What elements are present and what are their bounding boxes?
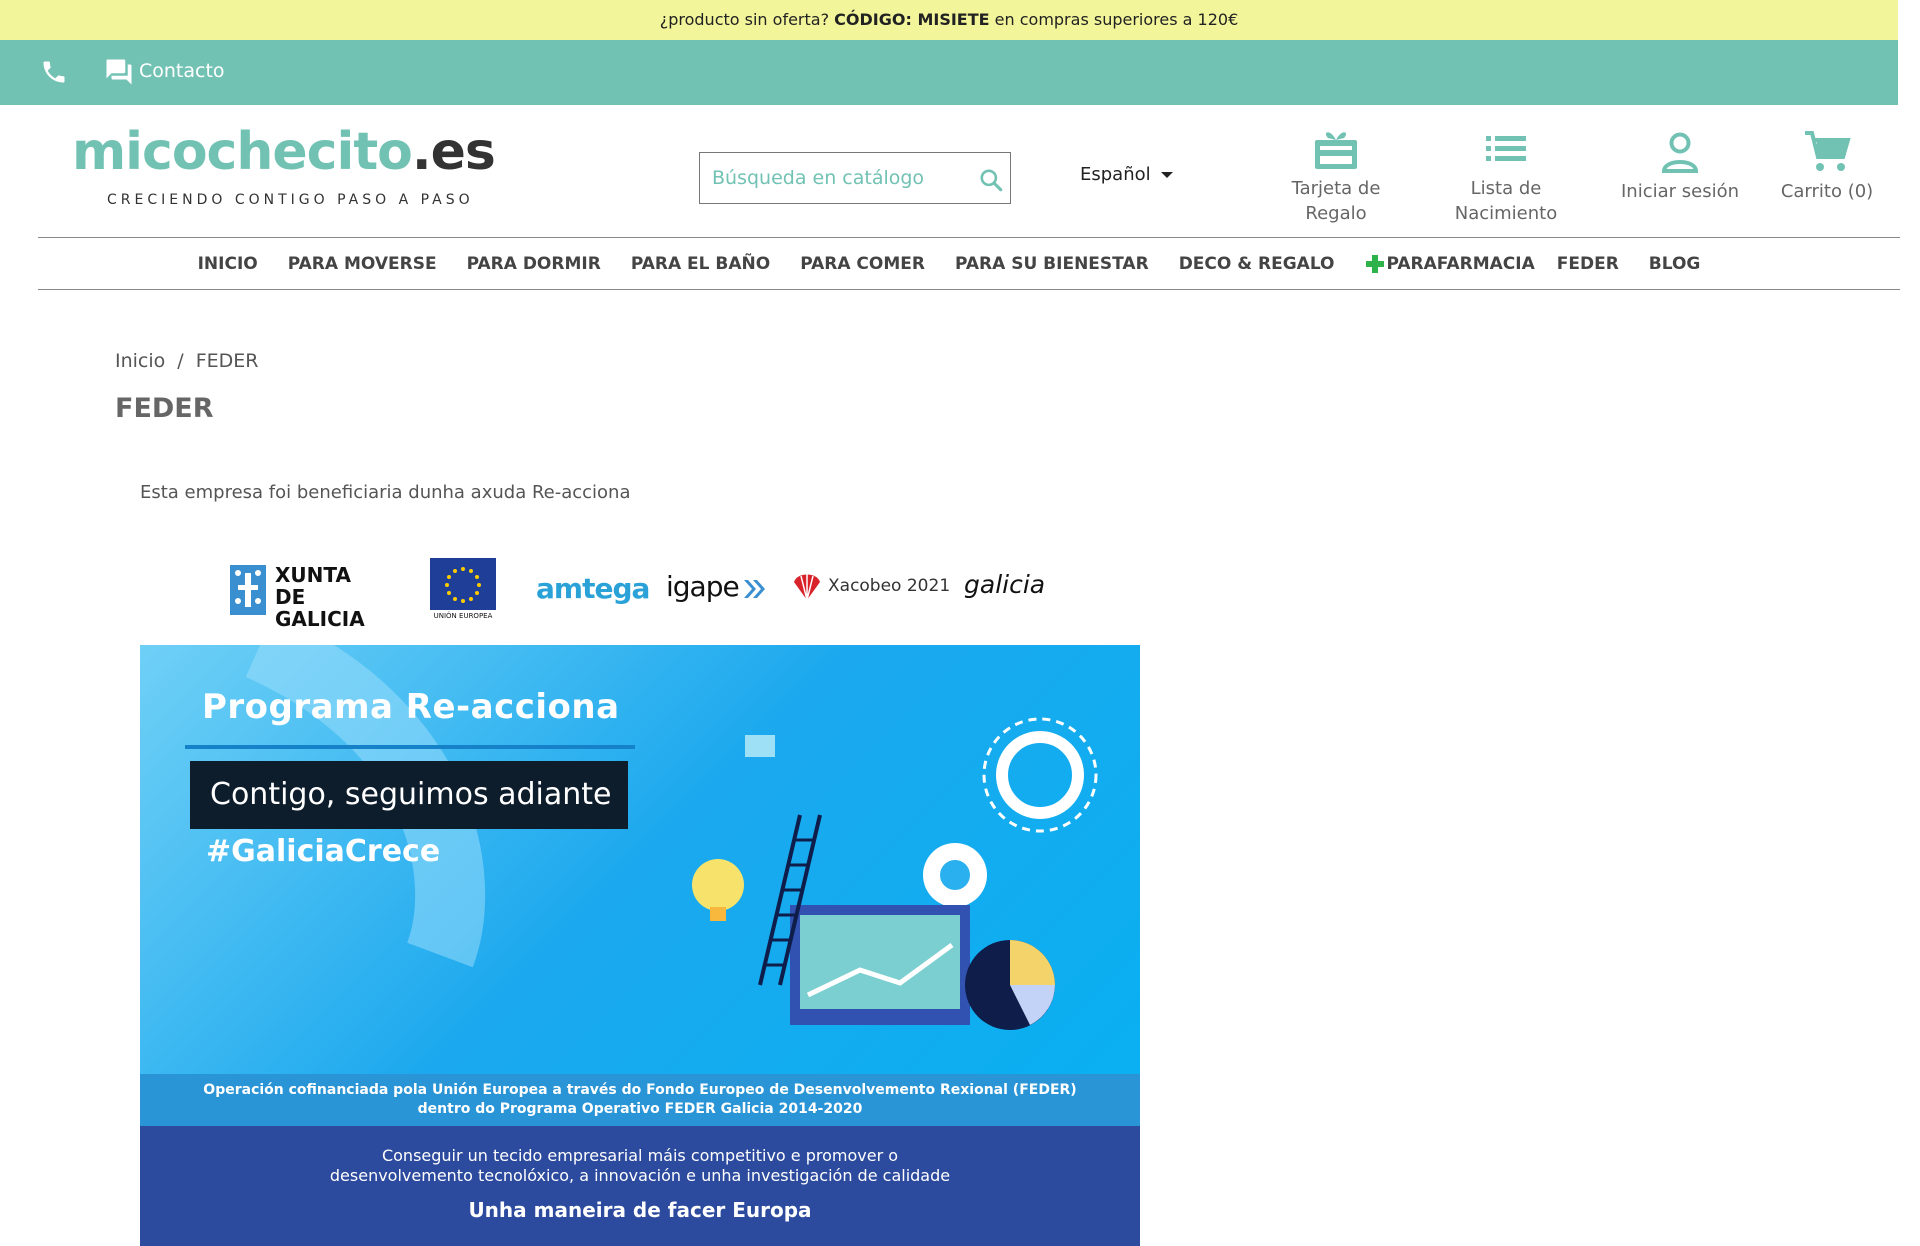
banner-title: Programa Re-acciona	[202, 687, 620, 727]
nav-parafarmacia-label: PARAFARMACIA	[1386, 253, 1535, 274]
site-logo[interactable]: micochecito.es CRECIENDO CONTIGO PASO A …	[72, 122, 496, 212]
gift-icon	[1315, 132, 1357, 169]
nav-para-moverse[interactable]: PARA MOVERSE	[288, 254, 437, 274]
contact-bar: Contacto	[0, 40, 1898, 105]
logo-tagline: CRECIENDO CONTIGO PASO A PASO	[107, 192, 474, 208]
page-title: FEDER	[115, 393, 214, 424]
birth-list-line1: Lista de	[1470, 178, 1542, 199]
banner-cofinance-strip: Operación cofinanciada pola Unión Europe…	[140, 1074, 1140, 1126]
galicia-logo: galicia	[956, 558, 1056, 622]
igape-logo: igape	[666, 558, 766, 622]
nav-inicio[interactable]: INICIO	[198, 254, 258, 274]
xunta-line2: DE GALICIA	[275, 585, 365, 631]
banner-slogan-box: Contigo, seguimos adiante	[190, 761, 628, 829]
nav-para-el-bano[interactable]: PARA EL BAÑO	[631, 254, 770, 274]
breadcrumb-home[interactable]: Inicio	[115, 350, 165, 372]
amtega-logo: amtega	[536, 558, 650, 622]
pharmacy-cross-icon	[1365, 254, 1384, 273]
xacobeo-shell-icon	[794, 574, 820, 600]
breadcrumb-separator: /	[177, 350, 184, 372]
nav-para-dormir[interactable]: PARA DORMIR	[467, 254, 601, 274]
bottom-line2: desenvolvemento tecnolóxico, a innovació…	[329, 1166, 951, 1185]
nav-parafarmacia[interactable]: PARAFARMACIA	[1365, 254, 1535, 274]
login-link[interactable]: Iniciar sesión	[1610, 129, 1750, 204]
eu-label: UNIÓN EUROPEA	[433, 612, 493, 620]
intro-text: Esta empresa foi beneficiaria dunha axud…	[140, 482, 631, 503]
breadcrumb-current: FEDER	[195, 350, 259, 372]
contact-link[interactable]: Contacto	[139, 60, 225, 82]
language-label: Español	[1080, 164, 1151, 185]
nav-feder[interactable]: FEDER	[1557, 254, 1619, 274]
banner-hashtag: #GaliciaCrece	[206, 834, 441, 869]
amtega-wordmark: amtega	[536, 572, 650, 605]
gift-card-link[interactable]: Tarjeta de Regalo	[1270, 126, 1402, 226]
nav-blog[interactable]: BLOG	[1649, 254, 1701, 274]
bottom-slogan: Unha maneira de facer Europa	[468, 1198, 812, 1222]
reacciona-banner: Programa Re-acciona Contigo, seguimos ad…	[140, 645, 1140, 1246]
divider	[38, 289, 1900, 290]
birth-list-line2: Nacimiento	[1454, 203, 1558, 224]
logo-wordmark: micochecito.es	[72, 122, 496, 182]
scrollbar[interactable]	[1898, 0, 1920, 1246]
igape-arrows-icon	[744, 580, 765, 598]
search-box	[699, 152, 1011, 204]
phone-icon[interactable]	[40, 58, 68, 86]
promo-code: CÓDIGO: MISIETE	[834, 10, 990, 29]
igape-wordmark: igape	[666, 570, 740, 603]
xunta-logo: XUNTA DE GALICIA	[230, 558, 390, 630]
user-icon	[1661, 132, 1699, 173]
sponsor-logos: XUNTA DE GALICIA UNIÓN EUROPEA amtega ig…	[228, 558, 1058, 630]
strip-line1: Operación cofinanciada pola Unión Europe…	[203, 1082, 1077, 1098]
cart-label: Carrito (0)	[1780, 181, 1874, 202]
birth-list-link[interactable]: Lista de Nacimiento	[1440, 126, 1572, 226]
nav-para-comer[interactable]: PARA COMER	[800, 254, 925, 274]
nav-para-su-bienestar[interactable]: PARA SU BIENESTAR	[955, 254, 1149, 274]
xacobeo-logo: Xacobeo 2021	[793, 558, 950, 622]
promo-suffix: en compras superiores a 120€	[994, 10, 1239, 29]
cart-link[interactable]: Carrito (0)	[1780, 129, 1874, 204]
breadcrumb: Inicio / FEDER	[115, 350, 258, 372]
main-nav: INICIO PARA MOVERSE PARA DORMIR PARA EL …	[0, 238, 1898, 289]
galicia-wordmark: galicia	[964, 570, 1046, 599]
bottom-line1: Conseguir un tecido empresarial máis com…	[381, 1146, 899, 1165]
promo-prefix: ¿producto sin oferta?	[659, 10, 830, 29]
eu-flag-icon	[430, 558, 496, 610]
login-label: Iniciar sesión	[1620, 181, 1740, 202]
search-input[interactable]	[712, 165, 962, 191]
gift-card-line1: Tarjeta de	[1291, 178, 1381, 199]
language-selector[interactable]: Español	[1080, 164, 1173, 185]
strip-line2: dentro do Programa Operativo FEDER Galic…	[417, 1101, 863, 1117]
cart-icon	[1805, 131, 1851, 171]
promo-banner: ¿producto sin oferta? CÓDIGO: MISIETE en…	[0, 0, 1898, 40]
list-icon	[1486, 136, 1526, 161]
xunta-shield-icon	[230, 565, 266, 615]
xunta-line1: XUNTA	[275, 563, 351, 587]
nav-deco-regalo[interactable]: DECO & REGALO	[1179, 254, 1335, 274]
gift-card-line2: Regalo	[1305, 203, 1367, 224]
search-icon[interactable]	[978, 167, 1004, 193]
xacobeo-wordmark: Xacobeo 2021	[828, 576, 951, 596]
eu-logo: UNIÓN EUROPEA	[430, 558, 496, 622]
banner-bottom: Conseguir un tecido empresarial máis com…	[140, 1126, 1140, 1246]
chevron-down-icon	[1160, 172, 1173, 178]
chat-icon[interactable]	[104, 57, 134, 87]
